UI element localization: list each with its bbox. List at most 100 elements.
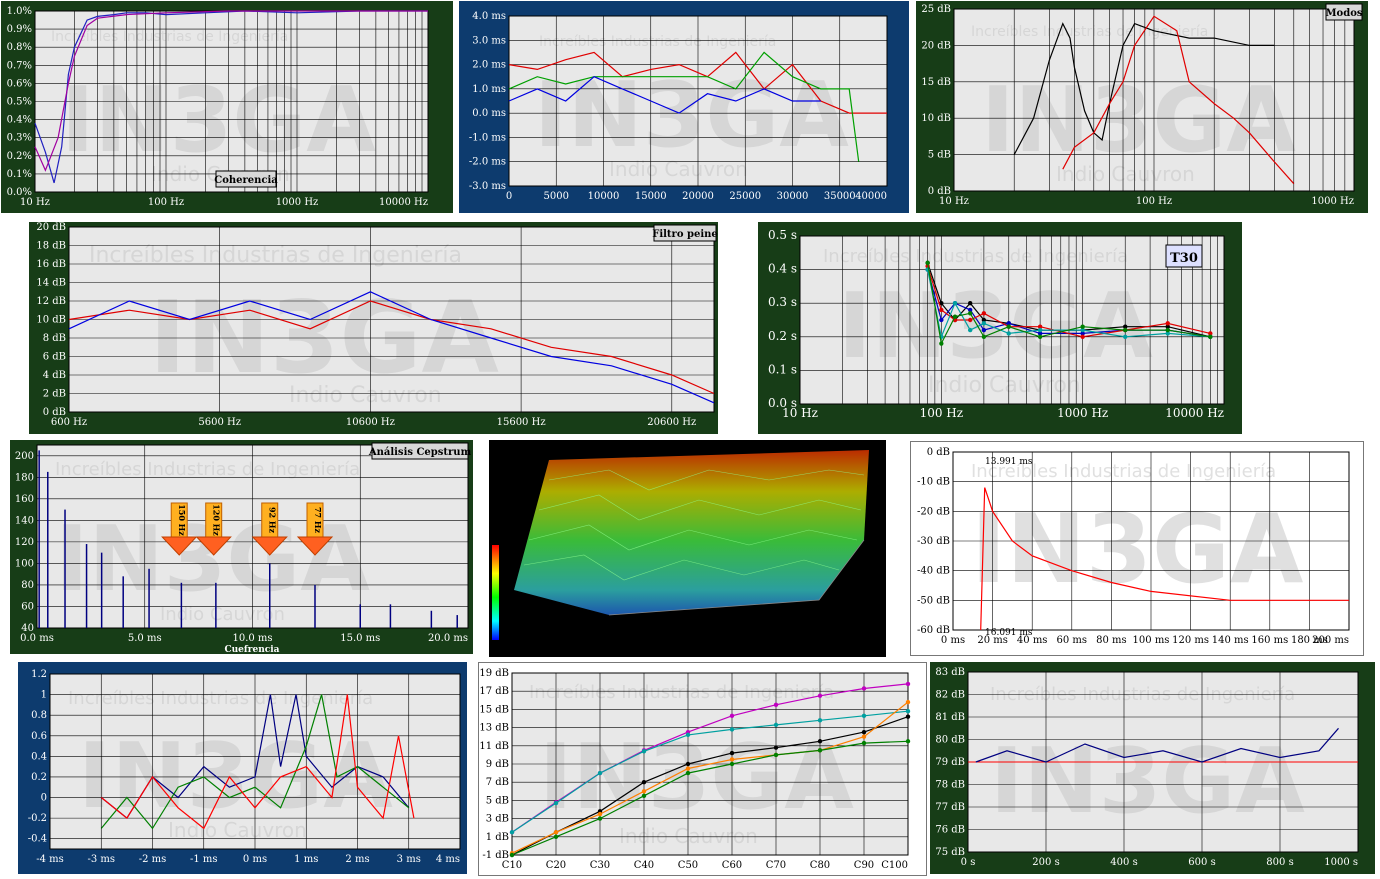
- timing-chart: IN3GA Increíbles Industrias de Ingenierí…: [469, 11, 888, 202]
- x-tick-label: 10.0 ms: [232, 633, 272, 644]
- y-tick-label: 18 dB: [36, 241, 66, 252]
- data-point: [905, 714, 911, 719]
- x-tick-label: 200 ms: [1312, 635, 1349, 646]
- comb-filter-panel: IN3GA Increíbles Industrias de Ingenierí…: [29, 222, 718, 434]
- data-point: [773, 745, 779, 750]
- svg-text:Increíbles Industrias de Ingen: Increíbles Industrias de Ingeniería: [68, 688, 373, 709]
- y-tick-label: 7 dB: [486, 777, 509, 788]
- x-tick-label: 30000: [777, 191, 809, 202]
- data-point: [729, 761, 735, 767]
- y-tick-label: 0.5%: [7, 97, 32, 108]
- data-point: [685, 761, 691, 767]
- data-point: [905, 709, 911, 714]
- impulse-panel: IN3GA Increíbles Industrias de Ingenierí…: [910, 441, 1364, 656]
- y-tick-label: 82 dB: [935, 690, 965, 701]
- svg-text:Increíbles Industrias de Ingen: Increíbles Industrias de Ingeniería: [529, 682, 834, 703]
- y-tick-label: 1.0 ms: [472, 84, 506, 95]
- y-tick-label: 0: [41, 793, 47, 804]
- clarity-panel: IN3GA Increíbles Industrias de Ingenierí…: [478, 662, 927, 876]
- x-tick-label: 0 ms: [941, 635, 965, 646]
- y-tick-label: 160: [15, 494, 34, 505]
- data-point: [685, 766, 691, 771]
- data-point: [685, 770, 691, 776]
- y-tick-label: 0.1 s: [768, 362, 797, 376]
- svg-text:Indio Cauvron: Indio Cauvron: [1056, 162, 1195, 186]
- y-tick-label: -30 dB: [917, 536, 950, 547]
- clarity-chart: IN3GA Increíbles Industrias de Ingenierí…: [479, 668, 911, 871]
- data-point: [553, 834, 559, 839]
- x-tick-label: 10000 Hz: [379, 197, 428, 208]
- coherence-panel: IN3GA Increíbles Industrias de Ingenierí…: [1, 1, 453, 213]
- x-tick-label: 10000 Hz: [1165, 406, 1224, 420]
- y-tick-label: 180: [15, 472, 34, 483]
- y-tick-label: 0.1%: [7, 169, 32, 180]
- data-point: [981, 321, 987, 326]
- y-tick-label: 60: [21, 601, 34, 612]
- data-point: [1080, 324, 1085, 329]
- y-tick-label: 78 dB: [935, 780, 965, 791]
- y-tick-label: 0.3%: [7, 133, 32, 144]
- y-tick-label: 3 dB: [486, 814, 509, 825]
- y-tick-label: 4.0 ms: [472, 11, 506, 22]
- y-tick-label: -1.0 ms: [469, 132, 506, 143]
- data-point: [861, 740, 867, 746]
- x-tick-label: C90: [854, 860, 874, 871]
- y-tick-label: 80 dB: [935, 735, 965, 746]
- x-tick-label: C70: [766, 860, 786, 871]
- x-tick-label: 35000: [824, 191, 856, 202]
- x-tick-label: 0: [506, 191, 512, 202]
- y-tick-label: 81 dB: [935, 712, 965, 723]
- cepstrum-chart: IN3GA Increíbles Industrias de Ingenierí…: [15, 442, 472, 655]
- x-tick-label: 0.0 ms: [20, 633, 54, 644]
- y-tick-label: -0.2: [28, 813, 47, 824]
- x-tick-label: 3 ms: [397, 854, 421, 865]
- data-point: [597, 770, 603, 776]
- y-tick-label: 8 dB: [43, 333, 66, 344]
- chart-title: Filtro peine: [652, 229, 718, 240]
- y-tick-label: 10 dB: [36, 315, 66, 326]
- x-tick-label: 10 Hz: [782, 406, 818, 420]
- data-point: [729, 757, 735, 762]
- svg-text:Indio Cauvron: Indio Cauvron: [168, 818, 307, 842]
- y-tick-label: 0.2%: [7, 151, 32, 162]
- y-tick-label: 25 dB: [921, 4, 951, 15]
- data-point: [981, 334, 987, 339]
- data-point: [861, 729, 867, 735]
- y-tick-label: 0.0 ms: [472, 108, 506, 119]
- y-tick-label: 0.2 s: [768, 329, 797, 343]
- data-point: [817, 718, 823, 723]
- y-tick-label: 5 dB: [486, 795, 509, 806]
- impulse-overlay-panel: IN3GA Increíbles Industrias de Ingenierí…: [18, 662, 467, 874]
- svg-text:Increíbles Industrias de Ingen: Increíbles Industrias de Ingeniería: [971, 24, 1208, 40]
- svg-text:IN3GA: IN3GA: [539, 725, 854, 830]
- svg-text:IN3GA: IN3GA: [990, 729, 1305, 834]
- x-tick-label: C50: [678, 860, 698, 871]
- x-tick-label: 10 Hz: [20, 197, 50, 208]
- y-tick-label: 83 dB: [935, 667, 965, 678]
- data-point: [905, 699, 911, 705]
- data-point: [685, 732, 691, 738]
- y-tick-label: 19 dB: [479, 668, 509, 679]
- y-tick-label: -50 dB: [917, 595, 950, 606]
- data-point: [861, 734, 867, 739]
- y-tick-label: 15 dB: [921, 77, 951, 88]
- x-tick-label: 0 ms: [243, 854, 267, 865]
- data-point: [1165, 327, 1170, 333]
- y-tick-label: 140: [15, 515, 34, 526]
- y-tick-label: 17 dB: [479, 686, 509, 697]
- data-point: [952, 314, 958, 319]
- impulse-overlay-chart: IN3GA Increíbles Industrias de Ingenierí…: [28, 669, 461, 865]
- waterfall-surface: [514, 450, 869, 615]
- svg-text:Increíbles Industrias de Ingen: Increíbles Industrias de Ingeniería: [539, 34, 776, 50]
- y-tick-label: 0.4 s: [768, 262, 797, 276]
- x-tick-label: 100 ms: [1133, 635, 1170, 646]
- x-tick-label: 15000: [635, 191, 667, 202]
- x-tick-label: 1 ms: [294, 854, 318, 865]
- svg-text:Indio Cauvron: Indio Cauvron: [609, 157, 748, 181]
- svg-text:Indio Cauvron: Indio Cauvron: [928, 373, 1081, 398]
- y-tick-label: -40 dB: [917, 566, 950, 577]
- y-tick-label: 77 dB: [935, 802, 965, 813]
- data-point: [981, 327, 987, 333]
- x-tick-label: 1000 Hz: [1311, 196, 1354, 207]
- x-tick-label: 140 ms: [1212, 635, 1249, 646]
